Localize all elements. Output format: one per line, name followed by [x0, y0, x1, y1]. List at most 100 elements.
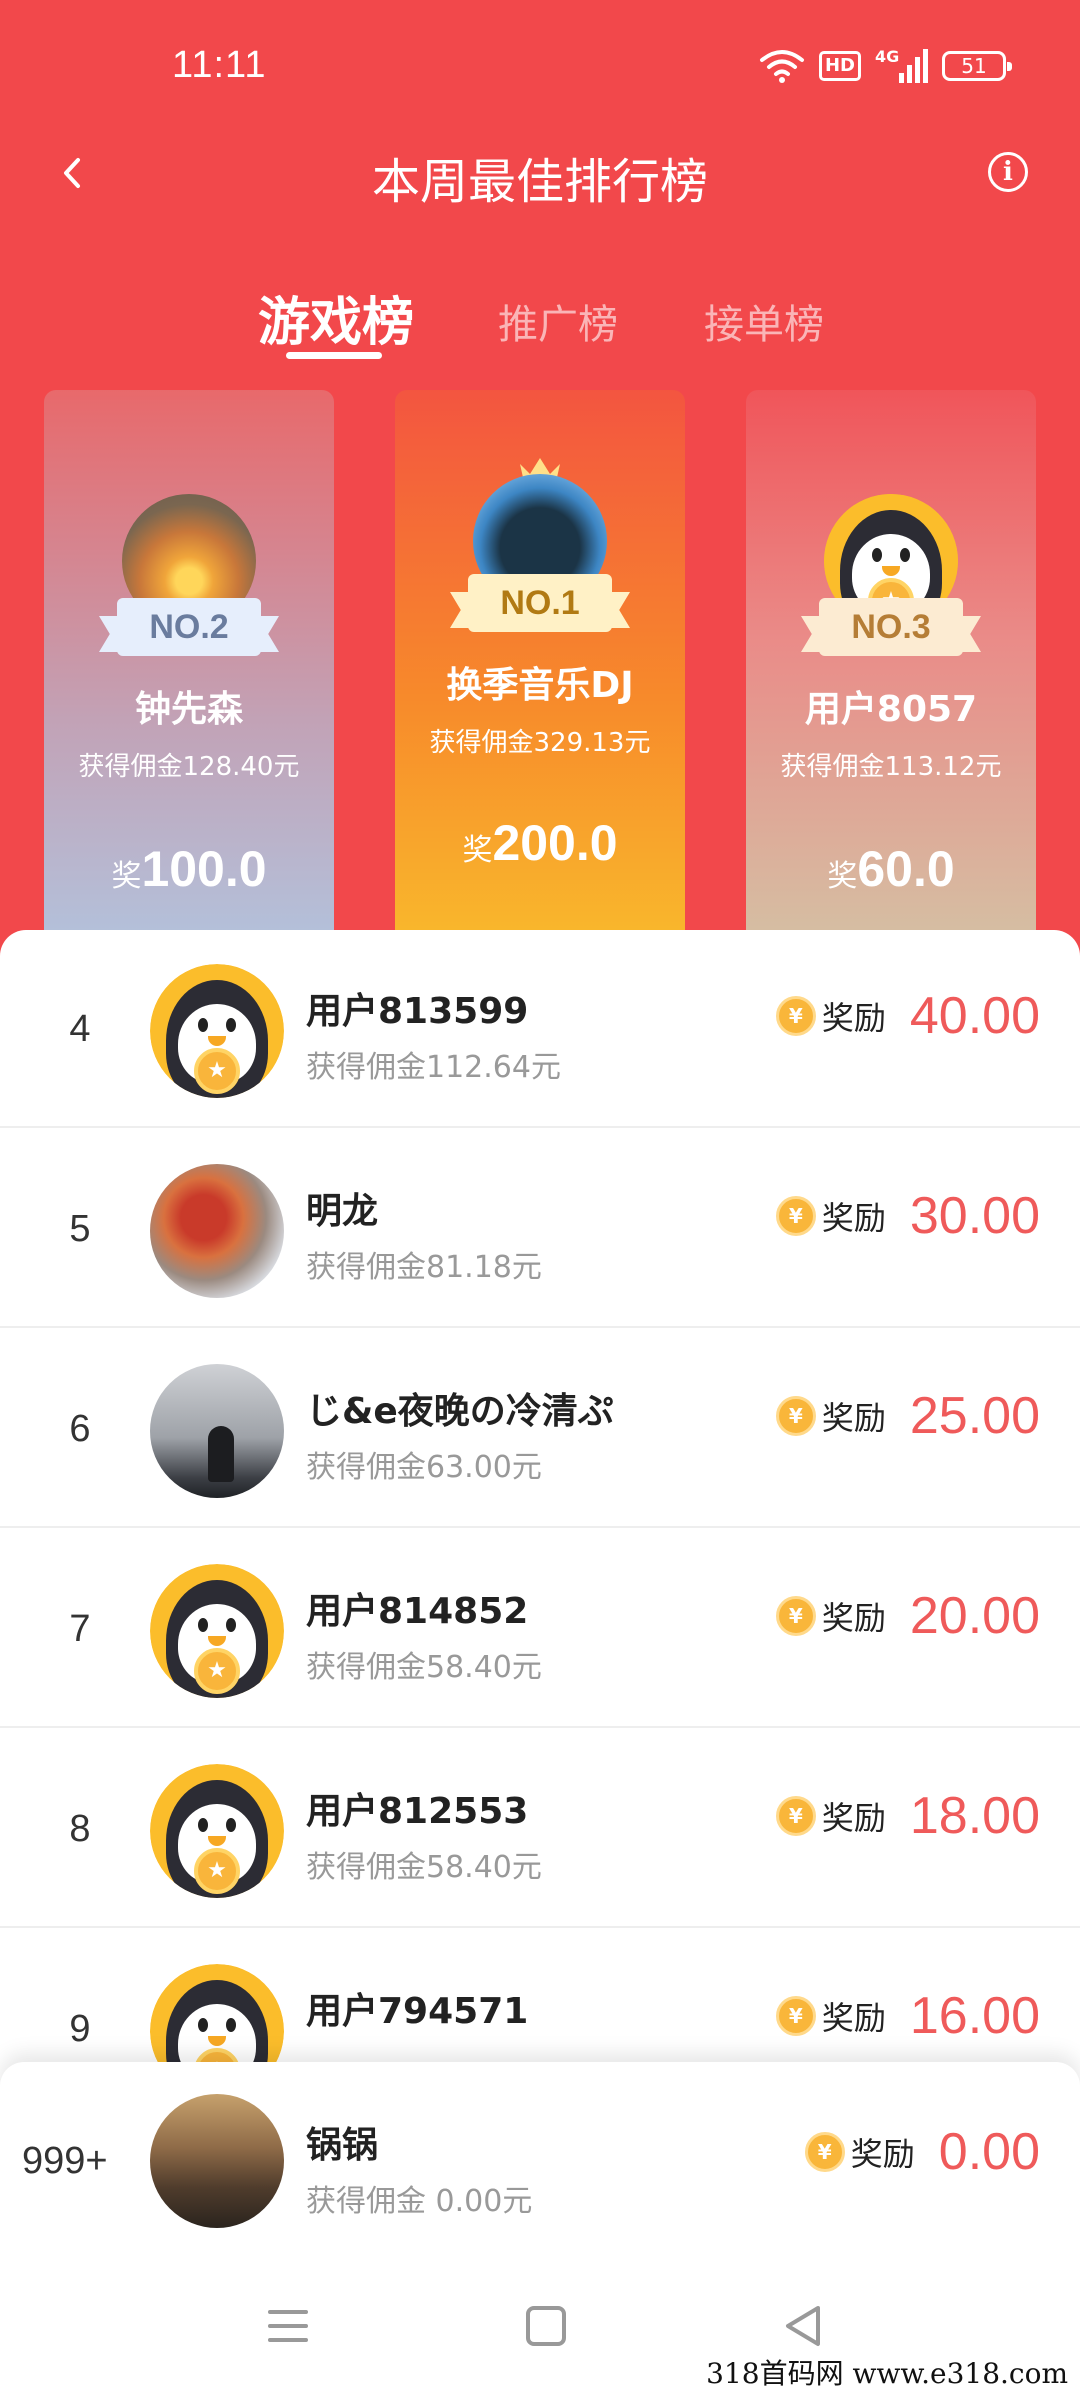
commission: 获得佣金 0.00元 [306, 2184, 533, 2219]
reward: ¥ 奖励 20.00 [775, 1586, 1040, 1646]
reward: ¥ 奖励 16.00 [775, 1986, 1040, 2046]
reward-amount: 18.00 [909, 1787, 1040, 1845]
user-name: 锅锅 [306, 2125, 379, 2166]
commission: 获得佣金58.40元 [306, 1850, 542, 1885]
reward-label: 奖励 [821, 1799, 886, 1837]
signal-icon: 4G [875, 47, 928, 83]
reward: ¥ 奖励 40.00 [775, 986, 1040, 1046]
reward: ¥ 奖励 30.00 [775, 1186, 1040, 1246]
coin-icon: ¥ [775, 1996, 816, 2036]
rank-number: 999+ [22, 2140, 108, 2182]
prize-prefix: 奖 [827, 859, 858, 894]
tab-promotion[interactable]: 推广榜 [498, 292, 618, 350]
coin-icon: ¥ [775, 1196, 816, 1236]
rank-number: 5 [69, 1208, 91, 1250]
podium-card-third[interactable]: ★ NO.3 用户8057 获得佣金113.12元 奖60.0 [746, 390, 1036, 940]
reward-label: 奖励 [850, 2135, 915, 2173]
coin-icon: ¥ [775, 996, 816, 1036]
page-title: 本周最佳排行榜 [371, 156, 708, 209]
user-name: 换季音乐DJ [446, 665, 634, 706]
back-triangle-icon[interactable] [774, 2296, 834, 2356]
user-name: 用户8057 [804, 689, 978, 730]
avatar: ★ [150, 1764, 284, 1898]
info-icon[interactable]: i [988, 152, 1028, 192]
header: 本周最佳排行榜 i [0, 130, 1080, 230]
list-item[interactable]: 8 ★ 用户812553 获得佣金58.40元 ¥ 奖励 18.00 [0, 1730, 1080, 1928]
network-type: 4G [875, 47, 900, 66]
commission: 获得佣金112.64元 [306, 1050, 561, 1085]
user-name: 用户813599 [306, 991, 529, 1032]
rank-label: NO.3 [851, 608, 931, 646]
commission: 获得佣金58.40元 [306, 1650, 542, 1685]
reward-label: 奖励 [821, 1999, 886, 2037]
coin-icon: ¥ [804, 2132, 845, 2172]
reward-label: 奖励 [821, 1399, 886, 1437]
avatar [150, 1164, 284, 1298]
status-bar: 11:11 HD 4G 51 [0, 0, 1080, 130]
battery-icon: 51 [942, 51, 1012, 81]
podium-card-second[interactable]: NO.2 钟先森 获得佣金128.40元 奖100.0 [44, 390, 334, 940]
reward-amount: 25.00 [909, 1387, 1040, 1445]
reward: ¥ 奖励 0.00 [804, 2122, 1040, 2182]
status-icons: HD 4G 51 [759, 47, 1012, 84]
reward-amount: 0.00 [938, 2123, 1040, 2181]
prize-amount: 100.0 [141, 841, 267, 897]
coin-icon: ¥ [775, 1796, 816, 1836]
avatar [150, 1364, 284, 1498]
avatar: ★ [150, 1564, 284, 1698]
user-name: 明龙 [306, 1191, 379, 1232]
tab-orders[interactable]: 接单榜 [704, 292, 824, 350]
commission: 获得佣金329.13元 [429, 728, 651, 758]
reward-amount: 20.00 [909, 1587, 1040, 1645]
prize-amount: 200.0 [492, 815, 618, 871]
tab-game[interactable]: 游戏榜 [258, 280, 414, 355]
podium-card-first[interactable]: NO.1 换季音乐DJ 获得佣金329.13元 奖200.0 [395, 390, 685, 940]
reward: ¥ 奖励 18.00 [775, 1786, 1040, 1846]
prize: 奖200.0 [395, 814, 685, 872]
status-time: 11:11 [172, 44, 267, 86]
reward-amount: 30.00 [909, 1187, 1040, 1245]
prize: 奖60.0 [746, 840, 1036, 898]
commission: 获得佣金81.18元 [306, 1250, 542, 1285]
commission: 获得佣金113.12元 [780, 752, 1002, 782]
home-icon[interactable] [516, 2296, 576, 2356]
reward: ¥ 奖励 25.00 [775, 1386, 1040, 1446]
user-name: 用户814852 [306, 1591, 529, 1632]
wifi-icon [759, 50, 804, 83]
rank-ribbon: NO.3 [801, 598, 981, 656]
list-item[interactable]: 7 ★ 用户814852 获得佣金58.40元 ¥ 奖励 20.00 [0, 1530, 1080, 1728]
commission: 获得佣金63.00元 [306, 1450, 542, 1485]
list-item[interactable]: 6 じ&e夜晚の冷清ぷ 获得佣金63.00元 ¥ 奖励 25.00 [0, 1330, 1080, 1528]
menu-icon[interactable] [258, 2296, 318, 2356]
penguin-avatar-icon: ★ [150, 1564, 284, 1698]
prize-prefix: 奖 [462, 833, 493, 868]
rank-ribbon: NO.1 [450, 574, 630, 632]
rank-number: 8 [69, 1808, 91, 1850]
reward-amount: 40.00 [909, 987, 1040, 1045]
active-tab-indicator [286, 352, 382, 359]
my-rank-row[interactable]: 999+ 锅锅 获得佣金 0.00元 ¥ 奖励 0.00 [0, 2062, 1080, 2260]
commission: 获得佣金128.40元 [78, 752, 300, 782]
avatar [150, 2094, 284, 2228]
user-name: 用户794571 [306, 1991, 529, 2032]
coin-icon: ¥ [775, 1396, 816, 1436]
rank-number: 4 [69, 1008, 91, 1050]
prize-amount: 60.0 [857, 841, 955, 897]
prize-prefix: 奖 [111, 859, 142, 894]
reward-label: 奖励 [821, 1199, 886, 1237]
rank-label: NO.1 [500, 584, 580, 622]
rank-number: 6 [69, 1408, 91, 1450]
system-nav-bar: 318首码网 www.e318.com [0, 2260, 1080, 2400]
prize: 奖100.0 [44, 840, 334, 898]
rank-number: 7 [69, 1608, 91, 1650]
watermark: 318首码网 www.e318.com [706, 2357, 1068, 2390]
user-name: 钟先森 [134, 689, 243, 730]
coin-icon: ¥ [775, 1596, 816, 1636]
penguin-avatar-icon: ★ [150, 1764, 284, 1898]
reward-label: 奖励 [821, 999, 886, 1037]
list-item[interactable]: 4 ★ 用户813599 获得佣金112.64元 ¥ 奖励 40.00 [0, 930, 1080, 1128]
reward-amount: 16.00 [909, 1987, 1040, 2045]
avatar: ★ [150, 964, 284, 1098]
list-item[interactable]: 5 明龙 获得佣金81.18元 ¥ 奖励 30.00 [0, 1130, 1080, 1328]
rank-label: NO.2 [149, 608, 229, 646]
